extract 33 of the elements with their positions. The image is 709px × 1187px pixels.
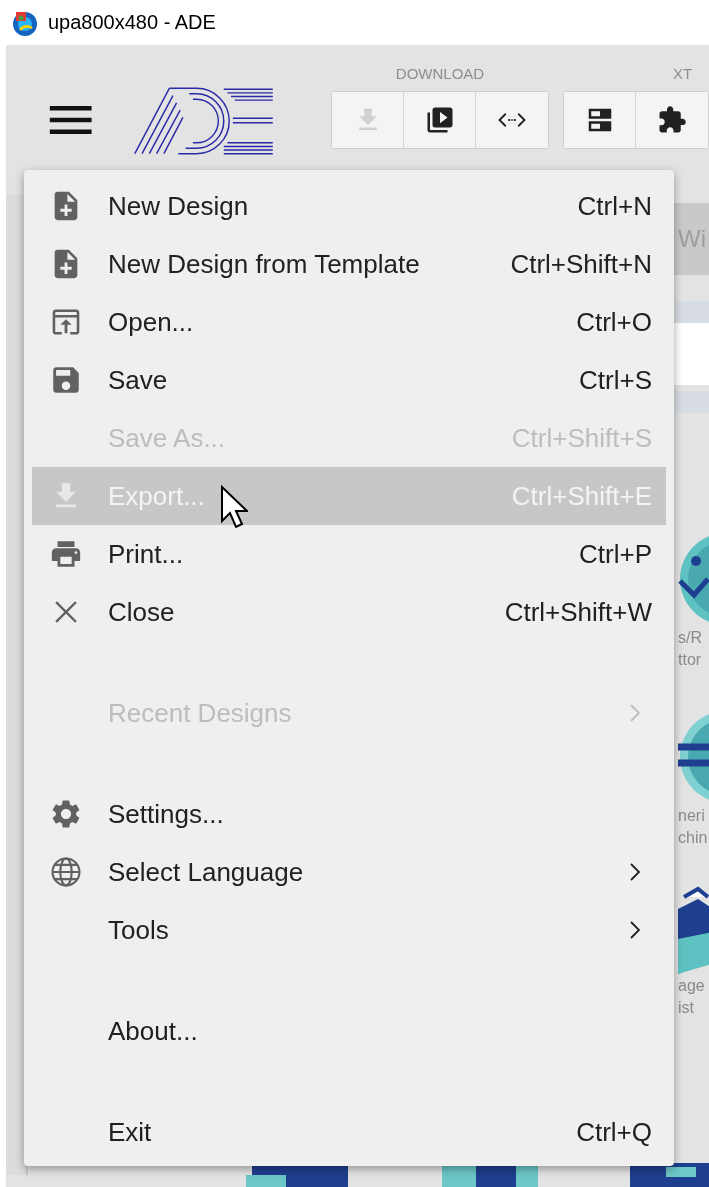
tile-label: ttor [677,650,702,670]
menu-item[interactable]: About... [32,1002,666,1060]
shortcut-label: Ctrl+Shift+N [510,248,652,280]
server-button[interactable] [564,92,636,148]
window-title: upa800x480 - ADE [48,11,216,34]
shortcut-label: Ctrl+S [579,364,652,396]
menu-item[interactable]: Print... Ctrl+P [32,525,666,583]
tile-label: s/R [677,628,702,648]
menu-item[interactable]: Select Language [32,843,666,901]
content-panel [674,323,709,385]
shortcut-label: Ctrl+Q [576,1116,652,1148]
shortcut-label: Ctrl+O [576,306,652,338]
menu-item[interactable]: New Design Ctrl+N [32,177,666,235]
menu-item[interactable]: Close Ctrl+Shift+W [32,583,666,641]
tile-label: age [677,976,705,996]
tile-label: chin [677,828,708,848]
menu-item[interactable]: Open... Ctrl+O [32,293,666,351]
menu-item[interactable]: Exit Ctrl+Q [32,1103,666,1161]
group-label: XT [673,64,693,84]
tile-label: ist [677,998,694,1018]
globe-icon [49,855,83,889]
menu-item[interactable]: Settings... [32,785,666,843]
shortcut-label: Ctrl+P [579,538,652,570]
group-label: DOWNLOAD [395,64,485,84]
menu-icon[interactable] [48,103,94,137]
mouse-cursor-icon [220,485,248,529]
menu-item[interactable]: Save Ctrl+S [32,351,666,409]
menu-item[interactable]: New Design from Template Ctrl+Shift+N [32,235,666,293]
tile-label: neri [677,806,705,826]
shortcut-label: Ctrl+Shift+W [504,596,652,628]
shortcut-label: Ctrl+N [577,190,652,222]
menu-item[interactable]: Tools [32,901,666,959]
puzzle-icon [657,105,687,135]
